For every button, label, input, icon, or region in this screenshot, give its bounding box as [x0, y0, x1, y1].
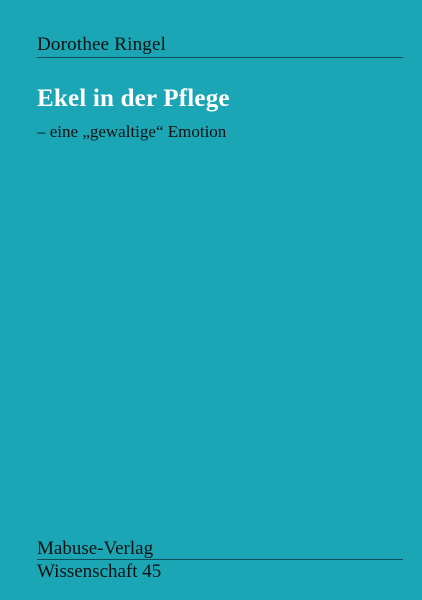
top-divider — [37, 57, 403, 58]
book-subtitle: – eine „gewaltige“ Emotion — [37, 122, 227, 141]
publisher-name: Mabuse-Verlag — [37, 538, 154, 559]
book-cover: Dorothee Ringel Ekel in der Pflege – ein… — [0, 0, 422, 600]
series-label: Wissenschaft 45 — [37, 561, 162, 582]
book-title: Ekel in der Pflege — [37, 85, 230, 112]
bottom-divider — [37, 559, 403, 560]
author-name: Dorothee Ringel — [37, 34, 167, 55]
